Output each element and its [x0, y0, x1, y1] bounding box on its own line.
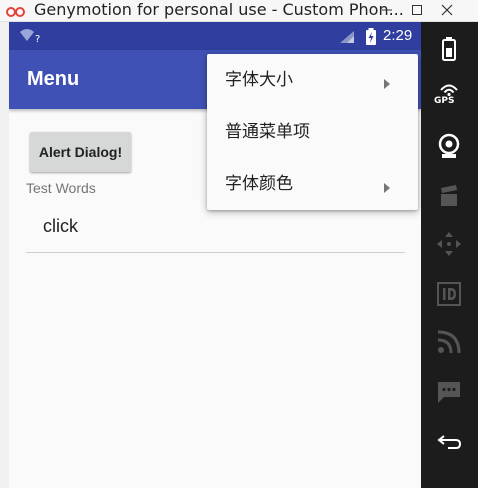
message-icon[interactable]: [435, 378, 463, 406]
edit-text-value: click: [43, 216, 78, 236]
maximize-button[interactable]: [402, 0, 432, 22]
move-icon[interactable]: [435, 230, 463, 258]
menu-item-normal[interactable]: 普通菜单项: [207, 106, 418, 158]
menu-item-font-size[interactable]: 字体大小: [207, 54, 418, 106]
id-icon[interactable]: [435, 280, 463, 308]
status-time: 2:29: [383, 27, 413, 44]
options-popup-menu: 字体大小 普通菜单项 字体颜色: [207, 54, 418, 210]
window-titlebar: Genymotion for personal use - Custom Pho…: [0, 0, 478, 22]
wifi-icon: ?: [19, 28, 45, 48]
test-words-label: Test Words: [26, 180, 96, 196]
window-title: Genymotion for personal use - Custom Pho…: [34, 0, 404, 19]
android-screen: ? 2:29 Menu Alert Dialog! Test Words cli…: [9, 22, 421, 488]
close-button[interactable]: [432, 0, 462, 22]
battery-icon: [365, 28, 377, 49]
webcam-icon[interactable]: [435, 132, 463, 160]
genymotion-logo-icon: [6, 4, 30, 18]
minimize-button[interactable]: [372, 0, 402, 22]
genymotion-side-panel: GPS: [421, 22, 478, 488]
menu-item-label: 普通菜单项: [225, 122, 310, 142]
capture-icon[interactable]: [435, 182, 463, 210]
app-title: Menu: [27, 68, 80, 90]
edit-text-field[interactable]: click: [26, 208, 405, 253]
submenu-arrow-icon: [383, 178, 391, 197]
back-icon[interactable]: [435, 428, 463, 456]
battery-icon[interactable]: [435, 34, 463, 62]
status-bar: ? 2:29: [9, 22, 421, 50]
gps-label: GPS: [434, 96, 455, 106]
menu-item-label: 字体大小: [225, 70, 293, 90]
menu-item-font-color[interactable]: 字体颜色: [207, 158, 418, 210]
wifi-unknown-mark: ?: [35, 34, 40, 44]
rss-icon[interactable]: [435, 328, 463, 356]
signal-icon: [339, 29, 355, 48]
alert-dialog-button[interactable]: Alert Dialog!: [30, 132, 131, 172]
submenu-arrow-icon: [383, 74, 391, 93]
menu-item-label: 字体颜色: [225, 174, 293, 194]
